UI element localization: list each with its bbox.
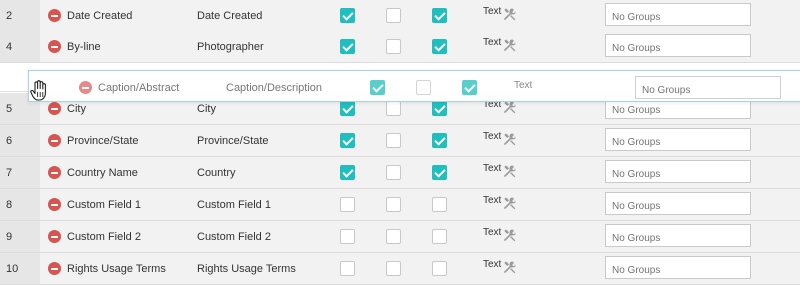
mapped-name: Date Created (197, 10, 263, 22)
field-name: By-line (67, 41, 101, 53)
checkbox-col-1[interactable] (340, 39, 355, 54)
checkbox-col-1[interactable] (340, 165, 355, 180)
checkbox-col-2[interactable] (386, 101, 401, 116)
wrench-screwdriver-icon[interactable] (503, 260, 517, 274)
checkbox-col-1[interactable] (340, 197, 355, 212)
grab-hand-cursor-icon (30, 80, 46, 101)
checkbox-col-3[interactable] (432, 8, 447, 23)
table-row[interactable]: 2 Date Created Date Created Text (0, 0, 800, 32)
dragged-row[interactable]: 3 Caption/Abstract Caption/Description T… (28, 70, 800, 102)
table-row[interactable]: 6 Province/State Province/State Text (0, 125, 800, 157)
mapped-name: Rights Usage Terms (197, 263, 296, 275)
row-number: 4 (6, 41, 13, 53)
checkbox-col-2[interactable] (386, 229, 401, 244)
checkbox-col-3[interactable] (462, 80, 477, 95)
field-name: Caption/Abstract (98, 82, 180, 94)
groups-input[interactable] (605, 128, 751, 151)
groups-input[interactable] (605, 256, 751, 279)
remove-circle-icon[interactable] (48, 166, 61, 179)
mapped-name: City (197, 103, 216, 115)
checkbox-col-1[interactable] (340, 133, 355, 148)
wrench-screwdriver-icon[interactable] (503, 196, 517, 210)
groups-input[interactable] (605, 224, 751, 247)
field-type: Text (483, 163, 502, 174)
checkbox-col-3[interactable] (432, 39, 447, 54)
field-name: Country Name (67, 167, 138, 179)
field-name: Province/State (67, 135, 139, 147)
mapped-name: Photographer (197, 41, 264, 53)
checkbox-col-1[interactable] (340, 101, 355, 116)
checkbox-col-3[interactable] (432, 197, 447, 212)
wrench-screwdriver-icon[interactable] (503, 132, 517, 146)
field-type: Text (514, 80, 533, 91)
checkbox-col-1[interactable] (370, 80, 385, 95)
checkbox-col-3[interactable] (432, 229, 447, 244)
checkbox-col-2[interactable] (416, 80, 431, 95)
checkbox-col-1[interactable] (340, 261, 355, 276)
wrench-screwdriver-icon[interactable] (503, 228, 517, 242)
remove-circle-icon[interactable] (48, 9, 61, 22)
field-name: Rights Usage Terms (67, 263, 166, 275)
field-type: Text (483, 131, 502, 142)
wrench-screwdriver-icon[interactable] (503, 7, 517, 21)
remove-circle-icon[interactable] (48, 198, 61, 211)
wrench-screwdriver-icon[interactable] (503, 164, 517, 178)
mapped-name: Caption/Description (226, 82, 322, 94)
row-number: 8 (6, 199, 13, 211)
field-type: Text (483, 227, 502, 238)
field-type: Text (483, 6, 502, 17)
row-number: 5 (6, 103, 13, 115)
groups-input[interactable] (605, 192, 751, 215)
checkbox-col-2[interactable] (386, 133, 401, 148)
field-name: City (67, 103, 86, 115)
checkbox-col-1[interactable] (340, 229, 355, 244)
checkbox-col-2[interactable] (386, 165, 401, 180)
wrench-screwdriver-icon[interactable] (503, 100, 517, 114)
field-mapping-table: 2 Date Created Date Created Text 4 By-line Pho… (0, 0, 800, 285)
row-number: 6 (6, 135, 13, 147)
groups-input[interactable] (635, 76, 781, 99)
field-type: Text (483, 37, 502, 48)
field-type: Text (483, 259, 502, 270)
row-number: 10 (6, 263, 19, 275)
wrench-screwdriver-icon[interactable] (503, 38, 517, 52)
table-row[interactable]: 7 Country Name Country Text (0, 157, 800, 189)
row-number: 2 (6, 10, 13, 22)
checkbox-col-3[interactable] (432, 165, 447, 180)
checkbox-col-1[interactable] (340, 8, 355, 23)
row-number: 9 (6, 231, 13, 243)
checkbox-col-3[interactable] (432, 261, 447, 276)
remove-circle-icon[interactable] (48, 134, 61, 147)
checkbox-col-3[interactable] (432, 133, 447, 148)
remove-circle-icon[interactable] (48, 230, 61, 243)
row-number: 7 (6, 167, 13, 179)
field-type: Text (483, 195, 502, 206)
table-row[interactable]: 9 Custom Field 2 Custom Field 2 Text (0, 221, 800, 253)
checkbox-col-2[interactable] (386, 39, 401, 54)
checkbox-col-2[interactable] (386, 8, 401, 23)
remove-circle-icon[interactable] (48, 40, 61, 53)
table-row[interactable]: 8 Custom Field 1 Custom Field 1 Text (0, 189, 800, 221)
remove-circle-icon[interactable] (48, 102, 61, 115)
mapped-name: Country (197, 167, 236, 179)
field-name: Date Created (67, 10, 133, 22)
groups-input[interactable] (605, 3, 751, 26)
checkbox-col-2[interactable] (386, 197, 401, 212)
groups-input[interactable] (605, 160, 751, 183)
table-row[interactable]: 4 By-line Photographer Text (0, 31, 800, 63)
remove-circle-icon[interactable] (48, 262, 61, 275)
mapped-name: Custom Field 1 (197, 199, 271, 211)
checkbox-col-3[interactable] (432, 101, 447, 116)
checkbox-col-2[interactable] (386, 261, 401, 276)
field-name: Custom Field 1 (67, 199, 141, 211)
groups-input[interactable] (605, 34, 751, 57)
mapped-name: Custom Field 2 (197, 231, 271, 243)
remove-circle-icon[interactable] (79, 81, 92, 94)
mapped-name: Province/State (197, 135, 269, 147)
table-row[interactable]: 10 Rights Usage Terms Rights Usage Terms Te… (0, 253, 800, 285)
field-name: Custom Field 2 (67, 231, 141, 243)
